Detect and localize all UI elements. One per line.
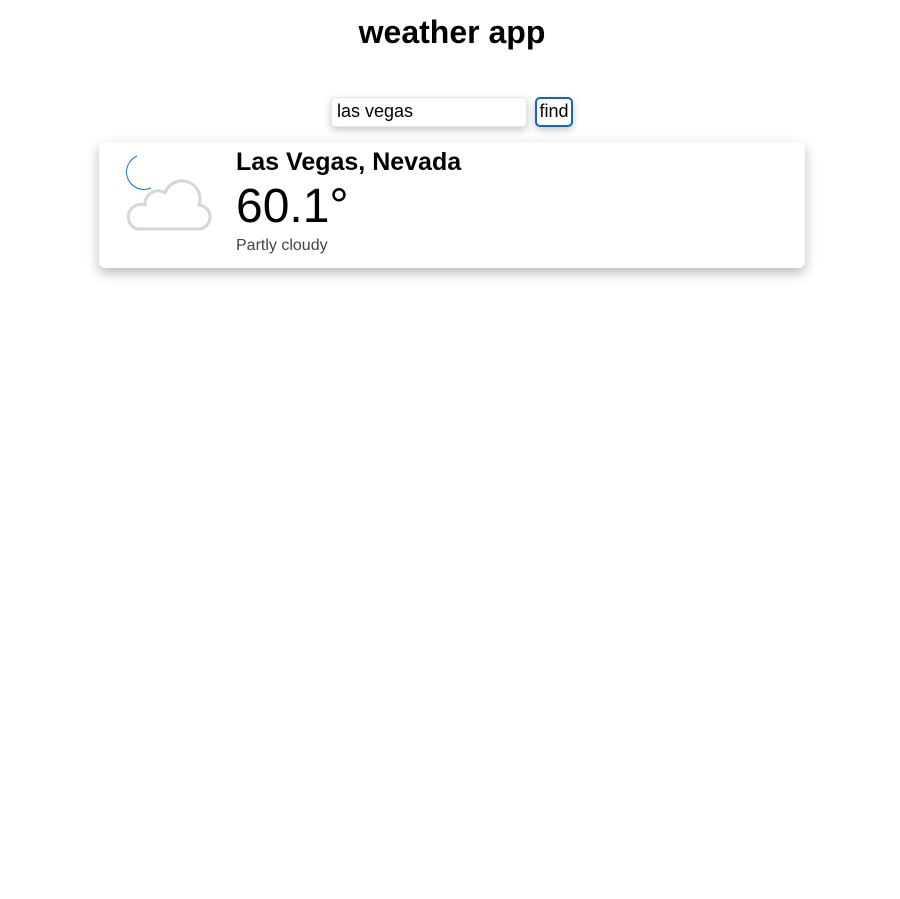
find-button[interactable]: find <box>535 96 573 127</box>
search-bar: find <box>331 96 573 127</box>
location-name: Las Vegas, Nevada <box>236 148 462 176</box>
weather-info: Las Vegas, Nevada 60.1° Partly cloudy <box>236 148 461 256</box>
weather-app: weather app find Las Vegas, Nevada 60.1°… <box>0 0 900 899</box>
weather-card: Las Vegas, Nevada 60.1° Partly cloudy <box>99 142 805 268</box>
page-title: weather app <box>358 14 546 50</box>
search-input[interactable] <box>331 96 527 127</box>
temperature: 60.1° <box>236 180 349 233</box>
moon-cloud-icon <box>113 150 217 240</box>
condition-text: Partly cloudy <box>236 237 328 254</box>
